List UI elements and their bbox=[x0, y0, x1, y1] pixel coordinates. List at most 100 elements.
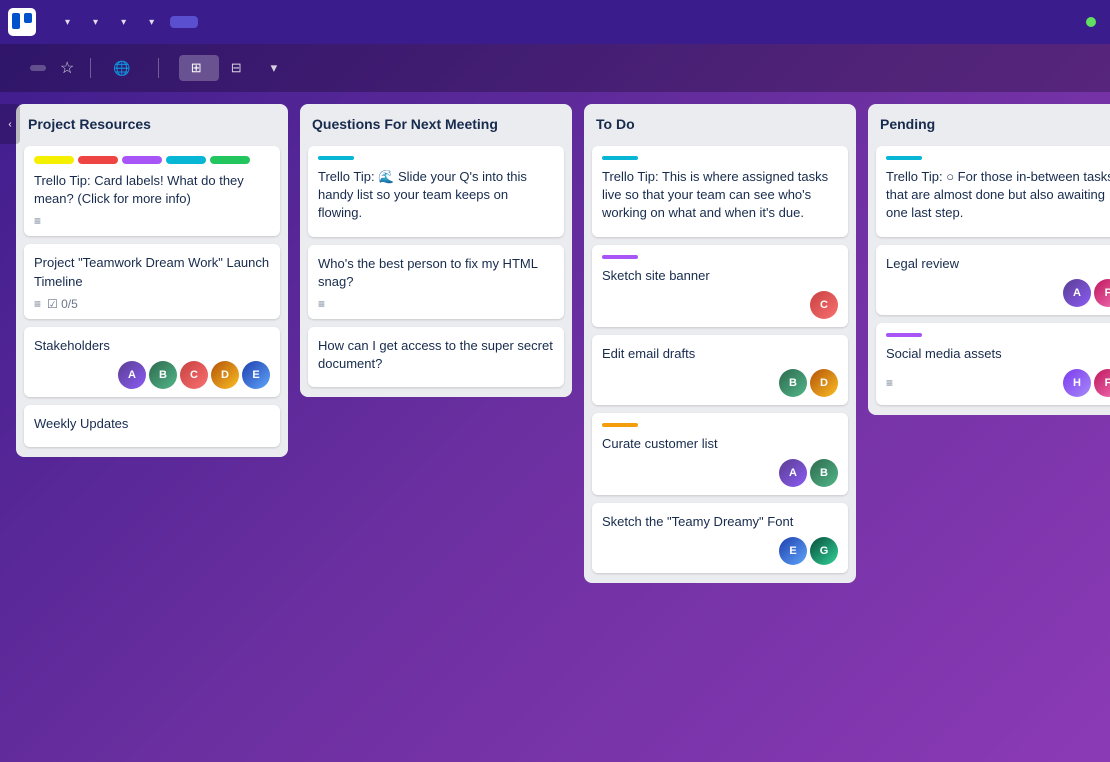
card-text: Who's the best person to fix my HTML sna… bbox=[318, 255, 554, 291]
card-text: Project "Teamwork Dream Work" Launch Tim… bbox=[34, 254, 270, 290]
card-card-timeline[interactable]: Project "Teamwork Dream Work" Launch Tim… bbox=[24, 244, 280, 318]
sidebar-toggle-button[interactable]: ‹ bbox=[0, 104, 20, 144]
avatar: B bbox=[810, 459, 838, 487]
card-text: How can I get access to the super secret… bbox=[318, 337, 554, 373]
avatar: E bbox=[779, 537, 807, 565]
card-card-secret[interactable]: How can I get access to the super secret… bbox=[308, 327, 564, 387]
star-button[interactable]: ☆ bbox=[56, 54, 78, 82]
starred-menu[interactable]: ▾ bbox=[110, 13, 134, 32]
chevron-down-icon: ▾ bbox=[65, 17, 70, 28]
card-footer: AB bbox=[602, 459, 838, 487]
card-footer: AF bbox=[886, 279, 1110, 307]
card-label bbox=[122, 156, 162, 164]
templates-menu[interactable]: ▾ bbox=[138, 13, 162, 32]
list-title: Pending bbox=[876, 114, 1110, 138]
table-view-button[interactable]: ⊟ bbox=[219, 55, 259, 81]
avatar: D bbox=[211, 361, 239, 389]
card-meta: ≡ bbox=[34, 214, 41, 228]
list-project-resources: Project Resources Trello Tip: Card labels… bbox=[16, 104, 288, 457]
navbar: ▾ ▾ ▾ ▾ bbox=[0, 0, 1110, 44]
card-footer: ≡ HF bbox=[886, 369, 1110, 397]
workspaces-menu[interactable]: ▾ bbox=[54, 13, 78, 32]
trello-logo bbox=[8, 8, 42, 36]
create-button[interactable] bbox=[170, 16, 198, 28]
card-color-bar bbox=[602, 156, 638, 160]
card-color-bar bbox=[886, 156, 922, 160]
recent-menu[interactable]: ▾ bbox=[82, 13, 106, 32]
avatar: A bbox=[1063, 279, 1091, 307]
lines-icon: ≡ bbox=[34, 297, 41, 311]
card-footer: ≡☑ 0/5 bbox=[34, 297, 270, 311]
card-color-bar bbox=[602, 423, 638, 427]
green-dot-icon bbox=[1086, 17, 1096, 27]
list-to-do: To Do Trello Tip: This is where assigned … bbox=[584, 104, 856, 583]
card-label bbox=[78, 156, 118, 164]
avatar-group: AB bbox=[779, 459, 838, 487]
board-icon: ⊞ bbox=[191, 60, 202, 76]
card-text: Social media assets bbox=[886, 345, 1110, 363]
card-text: Trello Tip: This is where assigned tasks… bbox=[602, 168, 838, 223]
card-text: Trello Tip: 🌊 Slide your Q's into this h… bbox=[318, 168, 554, 223]
public-template-banner bbox=[1086, 17, 1102, 27]
card-card-font[interactable]: Sketch the "Teamy Dreamy" Font EG bbox=[592, 503, 848, 573]
chevron-down-icon: ▾ bbox=[121, 17, 126, 28]
list-title: To Do bbox=[592, 114, 848, 138]
card-footer: ABCDE bbox=[34, 361, 270, 389]
avatar: B bbox=[779, 369, 807, 397]
card-card-labels[interactable]: Trello Tip: Card labels! What do they me… bbox=[24, 146, 280, 236]
lines-icon: ≡ bbox=[318, 297, 325, 311]
card-footer: ≡ bbox=[34, 214, 270, 228]
card-label bbox=[34, 156, 74, 164]
card-card-social[interactable]: Social media assets ≡ HF bbox=[876, 323, 1110, 405]
card-text: Stakeholders bbox=[34, 337, 270, 355]
chevron-down-icon: ▾ bbox=[149, 17, 154, 28]
list-title: Questions For Next Meeting bbox=[308, 114, 564, 138]
public-button[interactable]: 🌐 bbox=[103, 55, 145, 82]
more-views-button[interactable]: ▾ bbox=[259, 55, 290, 81]
card-card-legal[interactable]: Legal review AF bbox=[876, 245, 1110, 315]
card-text: Sketch the "Teamy Dreamy" Font bbox=[602, 513, 838, 531]
card-card-tip-q[interactable]: Trello Tip: 🌊 Slide your Q's into this h… bbox=[308, 146, 564, 237]
card-text: Trello Tip: Card labels! What do they me… bbox=[34, 172, 270, 208]
board-view-button[interactable]: ⊞ bbox=[179, 55, 219, 81]
avatar: D bbox=[810, 369, 838, 397]
avatar-group: HF bbox=[1063, 369, 1110, 397]
avatar: E bbox=[242, 361, 270, 389]
list-title: Project Resources bbox=[24, 114, 280, 138]
avatar: C bbox=[810, 291, 838, 319]
card-text: Legal review bbox=[886, 255, 1110, 273]
avatar: F bbox=[1094, 279, 1110, 307]
avatar: C bbox=[180, 361, 208, 389]
board-subheader: ☆ 🌐 ⊞ ⊟ ▾ bbox=[0, 44, 1110, 92]
avatar-group: EG bbox=[779, 537, 838, 565]
lines-icon: ≡ bbox=[34, 214, 41, 228]
card-label bbox=[166, 156, 206, 164]
card-card-stakeholders[interactable]: Stakeholders ABCDE bbox=[24, 327, 280, 397]
card-text: Sketch site banner bbox=[602, 267, 838, 285]
globe-icon: 🌐 bbox=[113, 60, 130, 77]
card-footer: ≡ bbox=[318, 297, 554, 311]
card-footer: EG bbox=[602, 537, 838, 565]
card-labels bbox=[34, 156, 270, 164]
card-card-sketch-banner[interactable]: Sketch site banner C bbox=[592, 245, 848, 327]
card-card-weekly[interactable]: Weekly Updates bbox=[24, 405, 280, 447]
card-footer: BD bbox=[602, 369, 838, 397]
board-area: Project Resources Trello Tip: Card labels… bbox=[0, 92, 1110, 760]
card-text: Weekly Updates bbox=[34, 415, 270, 433]
lines-icon: ≡ bbox=[886, 376, 893, 390]
table-icon: ⊟ bbox=[231, 60, 242, 76]
card-color-bar bbox=[602, 255, 638, 259]
list-questions-next-meeting: Questions For Next Meeting Trello Tip: 🌊 … bbox=[300, 104, 572, 397]
card-color-bar bbox=[318, 156, 354, 160]
divider bbox=[158, 58, 159, 78]
avatar-group: BD bbox=[779, 369, 838, 397]
card-meta: ≡☑ 0/5 bbox=[34, 297, 78, 311]
card-card-tip-pending[interactable]: Trello Tip: ○ For those in-between tasks… bbox=[876, 146, 1110, 237]
card-card-tip-todo[interactable]: Trello Tip: This is where assigned tasks… bbox=[592, 146, 848, 237]
avatar: A bbox=[779, 459, 807, 487]
card-card-html[interactable]: Who's the best person to fix my HTML sna… bbox=[308, 245, 564, 319]
card-card-email[interactable]: Edit email draftsBD bbox=[592, 335, 848, 405]
card-meta: ≡ bbox=[318, 297, 325, 311]
view-toggle: ⊞ ⊟ ▾ bbox=[179, 55, 289, 81]
card-card-curate[interactable]: Curate customer listAB bbox=[592, 413, 848, 495]
